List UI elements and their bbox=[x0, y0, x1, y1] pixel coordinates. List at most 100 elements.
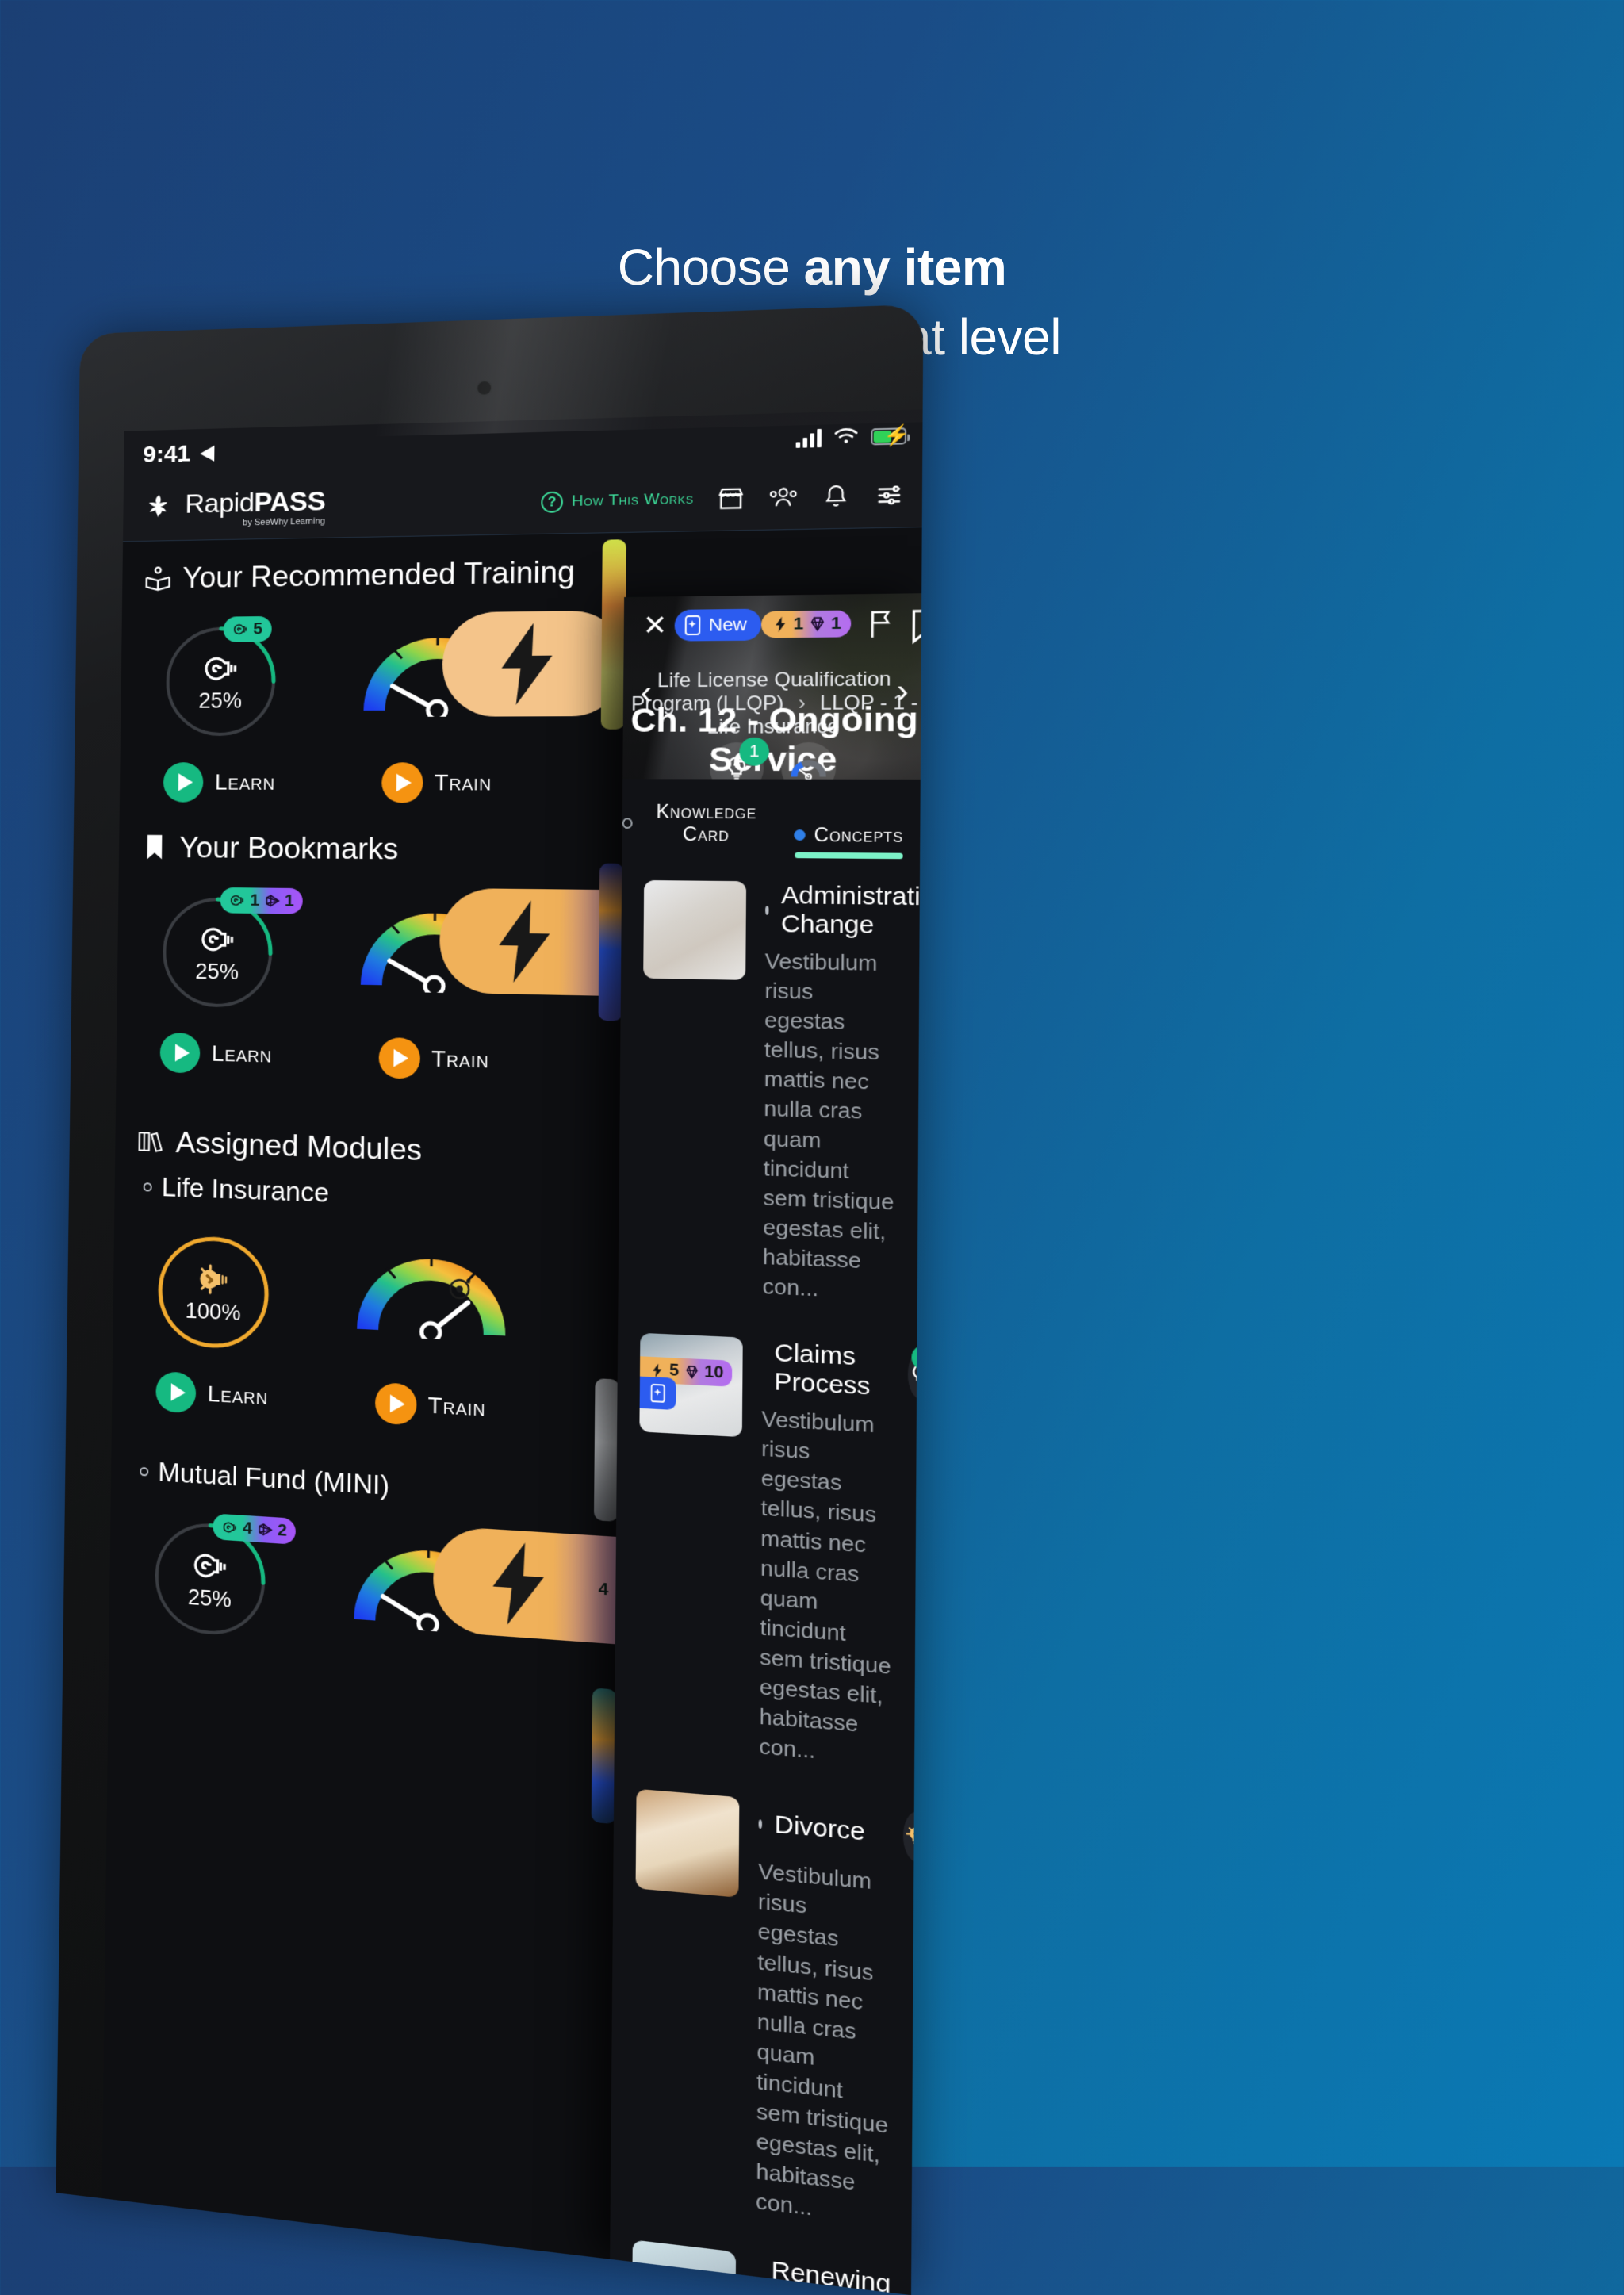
learn-percent: 100% bbox=[185, 1298, 240, 1326]
learn-action[interactable]: Learn bbox=[156, 1371, 269, 1417]
item-title: Claims Process bbox=[774, 1339, 871, 1402]
item-status-dot-icon bbox=[765, 906, 769, 915]
item-title: Renewing A Policy bbox=[771, 2256, 891, 2295]
tab-concepts[interactable]: Concepts bbox=[772, 824, 923, 860]
learn-reward-badge: 1 1 bbox=[220, 887, 304, 914]
clock-time: 9:41 bbox=[143, 440, 190, 469]
bookmark-outline-icon[interactable] bbox=[910, 608, 923, 638]
item-body: Divorce bbox=[756, 1799, 894, 2232]
hero-learn-count: 1 bbox=[739, 738, 769, 766]
train-reward-badge: 5 bbox=[442, 611, 626, 717]
train-badge-value-1: 4 bbox=[599, 1579, 609, 1600]
front-camera-icon bbox=[477, 381, 491, 395]
play-icon bbox=[156, 1371, 197, 1414]
hero-badge-value-2: 1 bbox=[831, 614, 841, 634]
tab-status-dot-icon bbox=[622, 818, 633, 829]
train-action[interactable]: Train bbox=[381, 762, 492, 803]
item-title-row: Renewing A Policy bbox=[755, 2255, 891, 2295]
wifi-icon bbox=[833, 426, 858, 449]
item-badge-value-2: 10 bbox=[704, 1362, 724, 1383]
concept-detail-overlay: ✕ New 1 1 bbox=[610, 593, 923, 2295]
train-speedometer: 1 1 bbox=[359, 894, 510, 1019]
settings-sliders-icon[interactable] bbox=[874, 482, 904, 508]
life-insurance-train-widget[interactable]: Train bbox=[335, 1236, 528, 1431]
recommended-train-widget[interactable]: 5 Train bbox=[341, 618, 534, 803]
learn-progress-donut: 25% 4 2 bbox=[149, 1515, 271, 1645]
item-thumbnail bbox=[643, 880, 746, 980]
item-learn-button[interactable] bbox=[902, 1811, 923, 1864]
train-action[interactable]: Train bbox=[378, 1037, 489, 1081]
learn-progress-donut: 25% 1 1 bbox=[156, 891, 278, 1013]
item-thumbnail bbox=[636, 1789, 740, 1898]
hero-banner: ✕ New 1 1 bbox=[622, 593, 923, 780]
learn-progress-donut: 25% 5 bbox=[160, 621, 282, 741]
module-label: Life Insurance bbox=[162, 1172, 330, 1209]
hero-action-buttons: 1 bbox=[622, 742, 923, 780]
status-dot-icon bbox=[144, 1182, 152, 1192]
learn-progress-donut: 100% bbox=[152, 1229, 274, 1355]
brand-logo[interactable]: RapidPASS by SeeWhy Learning bbox=[140, 487, 325, 529]
detail-tabs: Knowledge Card Concepts bbox=[622, 779, 923, 859]
tab-knowledge-card[interactable]: Knowledge Card bbox=[622, 800, 772, 858]
train-speedometer bbox=[356, 1237, 508, 1367]
recommended-learn-widget[interactable]: 25% 5 Learn bbox=[128, 620, 314, 803]
bookmarks-learn-widget[interactable]: 25% 1 1 Learn bbox=[124, 891, 312, 1076]
learn-percent: 25% bbox=[188, 1584, 232, 1613]
item-title-row: Claims Process 1 bbox=[762, 1339, 898, 1403]
learn-badge-value-2: 1 bbox=[285, 891, 294, 911]
how-this-works-link[interactable]: ? How This Works bbox=[541, 488, 694, 512]
play-icon bbox=[381, 762, 423, 803]
learn-action[interactable]: Learn bbox=[163, 762, 275, 803]
chevron-right-icon[interactable]: › bbox=[896, 675, 908, 709]
play-icon bbox=[163, 762, 204, 802]
train-speedometer: 4 2 bbox=[353, 1527, 504, 1661]
battery-charging-icon: ⚡ bbox=[871, 427, 906, 445]
mutual-fund-learn-widget[interactable]: 25% 4 2 bbox=[117, 1512, 304, 1646]
play-icon bbox=[374, 1382, 416, 1426]
learn-label: Learn bbox=[207, 1381, 268, 1410]
item-title-row: Divorce bbox=[758, 1799, 894, 1860]
flag-icon[interactable] bbox=[867, 609, 894, 638]
item-description: Vestibulum risus egestas tellus, risus m… bbox=[762, 947, 899, 1307]
location-arrow-icon bbox=[200, 446, 214, 462]
concept-list: Administrative Change bbox=[610, 856, 923, 2295]
recommended-gauges: 25% 5 Learn bbox=[120, 589, 615, 812]
tablet-device-frame: 9:41 ⚡ bbox=[56, 305, 923, 2295]
bookmarks-train-widget[interactable]: 1 1 Train bbox=[339, 894, 532, 1082]
play-icon bbox=[378, 1037, 420, 1079]
brand-subtitle: by SeeWhy Learning bbox=[243, 517, 325, 527]
list-item[interactable]: 5 10 Claims Process bbox=[614, 1313, 922, 1793]
list-item[interactable]: Divorce bbox=[611, 1768, 920, 2255]
app-header-actions: ? How This Works bbox=[541, 482, 904, 515]
bulb-question-icon bbox=[199, 921, 236, 958]
train-label: Train bbox=[431, 1046, 489, 1074]
hero-train-button[interactable] bbox=[781, 742, 836, 780]
recommended-section-title: Your Recommended Training bbox=[122, 533, 615, 596]
chevron-left-icon[interactable]: ‹ bbox=[641, 676, 653, 710]
learn-percent: 25% bbox=[195, 959, 239, 984]
learn-badge-value-1: 4 bbox=[243, 1519, 252, 1538]
train-action[interactable]: Train bbox=[374, 1382, 485, 1429]
learn-reward-badge: 5 bbox=[224, 616, 272, 642]
page-body: Your Recommended Training bbox=[102, 527, 923, 2295]
life-insurance-learn-widget[interactable]: 100% Learn bbox=[120, 1228, 307, 1420]
headline-line-1-plain: Choose bbox=[618, 239, 804, 296]
question-circle-icon: ? bbox=[541, 491, 563, 512]
item-description: Vestibulum risus egestas tellus, risus m… bbox=[759, 1404, 897, 1772]
item-status-dot-icon bbox=[755, 2279, 759, 2289]
play-icon bbox=[160, 1033, 201, 1074]
list-item[interactable]: Administrative Change bbox=[618, 862, 923, 1328]
cellular-signal-icon bbox=[796, 429, 822, 448]
community-icon[interactable] bbox=[768, 485, 799, 510]
item-body: Claims Process 1 bbox=[759, 1339, 897, 1772]
close-icon[interactable]: ✕ bbox=[642, 611, 667, 640]
learn-action[interactable]: Learn bbox=[160, 1033, 273, 1075]
hero-reward-badge: 1 1 bbox=[760, 610, 851, 638]
mutual-fund-gauges: 25% 4 2 bbox=[109, 1485, 606, 1677]
store-icon[interactable] bbox=[716, 485, 745, 511]
bookmarks-gauges: 25% 1 1 Learn bbox=[116, 864, 611, 1093]
hero-learn-button[interactable]: 1 bbox=[710, 742, 764, 780]
mutual-fund-train-widget[interactable]: 4 2 bbox=[332, 1526, 526, 1663]
item-learn-button[interactable]: 1 bbox=[908, 1350, 923, 1400]
bell-icon[interactable] bbox=[821, 483, 851, 508]
